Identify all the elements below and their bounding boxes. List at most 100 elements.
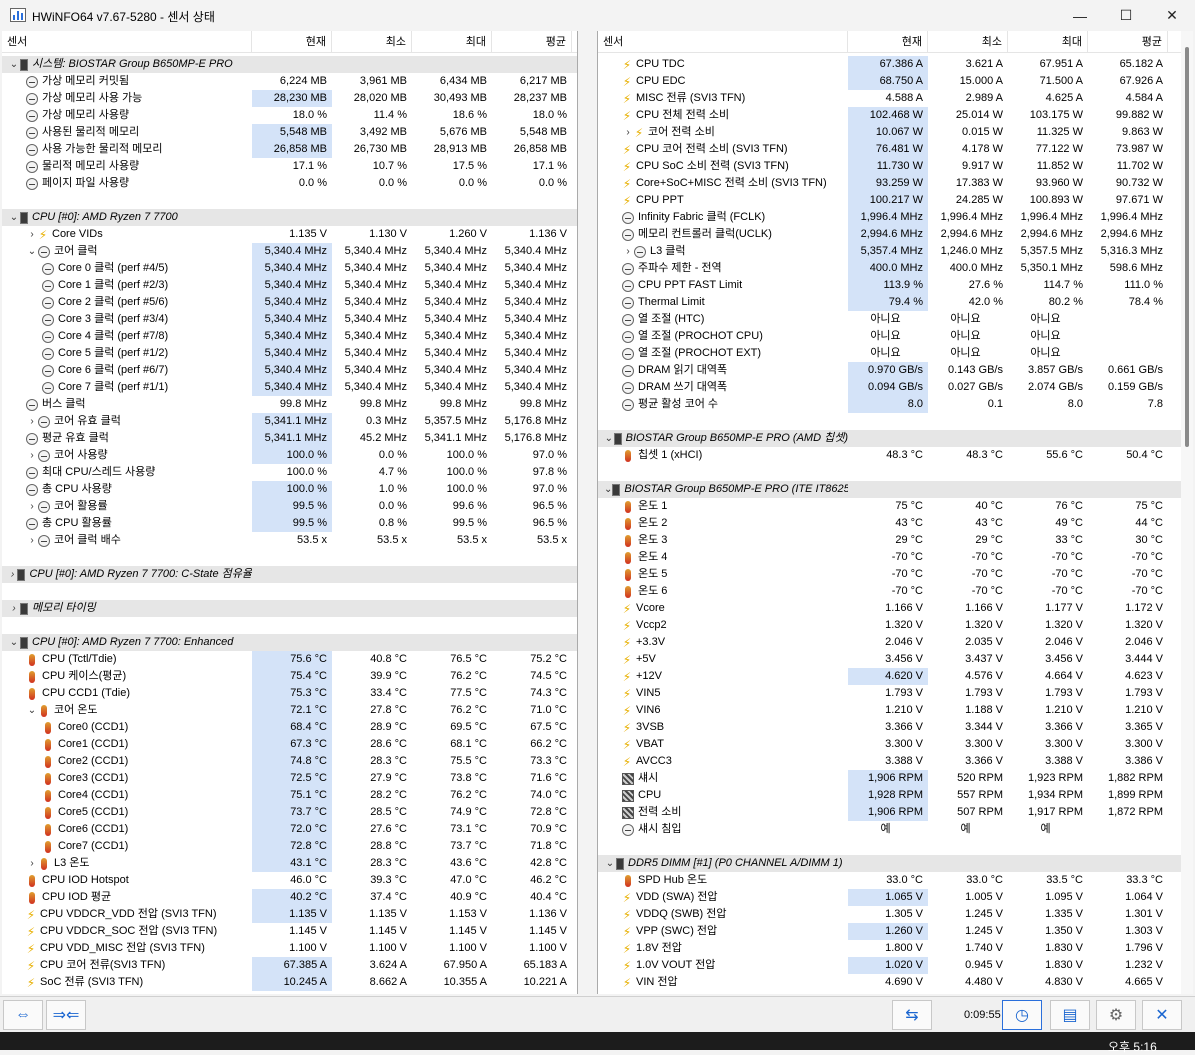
sensor-row[interactable]: 가상 메모리 사용 가능 28,230 MB 28,020 MB 30,493 MB 2…: [2, 90, 577, 107]
sensor-row[interactable]: ⚡ 3VSB 3.366 V 3.344 V 3.366 V 3.365 V: [598, 719, 1181, 736]
sensor-row[interactable]: ⚡ +3.3V 2.046 V 2.035 V 2.046 V 2.046 V: [598, 634, 1181, 651]
sensor-row[interactable]: Core 3 클럭 (perf #3/4) 5,340.4 MHz 5,340.4 …: [2, 311, 577, 328]
sensor-row[interactable]: 평균 활성 코어 수 8.0 0.1 8.0 7.8: [598, 396, 1181, 413]
chevron-down-icon[interactable]: ⌄: [604, 430, 614, 447]
sensor-row[interactable]: 열 조절 (PROCHOT EXT) 아니요 아니요 아니요: [598, 345, 1181, 362]
sensor-row[interactable]: ⚡ VIN5 1.793 V 1.793 V 1.793 V 1.793 V: [598, 685, 1181, 702]
sensor-row[interactable]: 열 조절 (HTC) 아니요 아니요 아니요: [598, 311, 1181, 328]
sensor-row[interactable]: Core 5 클럭 (perf #1/2) 5,340.4 MHz 5,340.4 …: [2, 345, 577, 362]
chevron-down-icon[interactable]: ⌄: [26, 702, 38, 719]
sensor-row[interactable]: 메모리 컨트롤러 클럭(UCLK) 2,994.6 MHz 2,994.6 MHz 2…: [598, 226, 1181, 243]
nav-expand-button[interactable]: ⇒⇐: [46, 1000, 86, 1030]
header-current[interactable]: 현재: [252, 31, 332, 53]
sensor-row[interactable]: Core3 (CCD1) 72.5 °C 27.9 °C 73.8 °C 71.6 °C: [2, 770, 577, 787]
sensor-row[interactable]: Thermal Limit 79.4 % 42.0 % 80.2 % 78.4 %: [598, 294, 1181, 311]
sensor-row[interactable]: › 코어 클럭 배수 53.5 x 53.5 x 53.5 x 53.5 x: [2, 532, 577, 549]
clock-reset-icon[interactable]: ◷: [1002, 1000, 1042, 1030]
chevron-down-icon[interactable]: ⌄: [8, 56, 20, 73]
sensor-row[interactable]: CPU (Tctl/Tdie) 75.6 °C 40.8 °C 76.5 °C 75.2…: [2, 651, 577, 668]
sensor-row[interactable]: Core 4 클럭 (perf #7/8) 5,340.4 MHz 5,340.4 …: [2, 328, 577, 345]
sensor-row[interactable]: 열 조절 (PROCHOT CPU) 아니요 아니요 아니요: [598, 328, 1181, 345]
sensor-row[interactable]: Core 1 클럭 (perf #2/3) 5,340.4 MHz 5,340.4 …: [2, 277, 577, 294]
sensor-row[interactable]: › L3 온도 43.1 °C 28.3 °C 43.6 °C 42.8 °C: [2, 855, 577, 872]
header-sensor[interactable]: 센서: [2, 31, 252, 53]
sensor-row[interactable]: 가상 메모리 사용량 18.0 % 11.4 % 18.6 % 18.0 %: [2, 107, 577, 124]
sensor-row[interactable]: ⚡ CPU VDDCR_VDD 전압 (SVI3 TFN) 1.135 V 1.135…: [2, 906, 577, 923]
sensor-row[interactable]: ⚡ Core+SoC+MISC 전력 소비 (SVI3 TFN) 93.259 W 1…: [598, 175, 1181, 192]
sensor-row[interactable]: 사용된 물리적 메모리 5,548 MB 3,492 MB 5,676 MB 5,548…: [2, 124, 577, 141]
sensor-group-row[interactable]: ⌄ CPU [#0]: AMD Ryzen 7 7700: [2, 209, 577, 226]
header-min[interactable]: 최소: [332, 31, 412, 53]
sensor-row[interactable]: › L3 클럭 5,357.4 MHz 1,246.0 MHz 5,357.5 MHz 5…: [598, 243, 1181, 260]
sensor-row[interactable]: Infinity Fabric 클럭 (FCLK) 1,996.4 MHz 1,99…: [598, 209, 1181, 226]
sensor-row[interactable]: 페이지 파일 사용량 0.0 % 0.0 % 0.0 % 0.0 %: [2, 175, 577, 192]
chevron-down-icon[interactable]: ⌄: [8, 634, 20, 651]
sensor-row[interactable]: ⚡ AVCC3 3.388 V 3.366 V 3.388 V 3.386 V: [598, 753, 1181, 770]
sensor-row[interactable]: Core 6 클럭 (perf #6/7) 5,340.4 MHz 5,340.4 …: [2, 362, 577, 379]
sensor-row[interactable]: CPU CCD1 (Tdie) 75.3 °C 33.4 °C 77.5 °C 74.3…: [2, 685, 577, 702]
sensor-group-row[interactable]: ⌄ BIOSTAR Group B650MP-E PRO (ITE IT8625E…: [598, 481, 1181, 498]
report-add-icon[interactable]: ▤: [1050, 1000, 1090, 1030]
sensor-row[interactable]: ⚡ Vccp2 1.320 V 1.320 V 1.320 V 1.320 V: [598, 617, 1181, 634]
sensor-row[interactable]: ⌄ 코어 클럭 5,340.4 MHz 5,340.4 MHz 5,340.4 MHz 5…: [2, 243, 577, 260]
chevron-down-icon[interactable]: ⌄: [604, 481, 612, 498]
sensor-row[interactable]: DRAM 쓰기 대역폭 0.094 GB/s 0.027 GB/s 2.074 GB/…: [598, 379, 1181, 396]
vertical-scrollbar[interactable]: [1181, 31, 1193, 994]
header-sensor[interactable]: 센서: [598, 31, 848, 53]
sensor-row[interactable]: CPU IOD Hotspot 46.0 °C 39.3 °C 47.0 °C 46.2…: [2, 872, 577, 889]
sensor-row[interactable]: ⚡ CPU 코어 전류(SVI3 TFN) 67.385 A 3.624 A 67.95…: [2, 957, 577, 974]
sensor-group-row[interactable]: › CPU [#0]: AMD Ryzen 7 7700: C-State 점유율: [2, 566, 577, 583]
network-icon[interactable]: ⇆: [892, 1000, 932, 1030]
sensor-row[interactable]: Core7 (CCD1) 72.8 °C 28.8 °C 73.7 °C 71.8 °C: [2, 838, 577, 855]
sensor-row[interactable]: 사용 가능한 물리적 메모리 26,858 MB 26,730 MB 28,913 M…: [2, 141, 577, 158]
chevron-down-icon[interactable]: ⌄: [26, 243, 38, 260]
header-avg[interactable]: 평균: [492, 31, 572, 53]
sensor-row[interactable]: DRAM 읽기 대역폭 0.970 GB/s 0.143 GB/s 3.857 GB/…: [598, 362, 1181, 379]
sensor-row[interactable]: 온도 3 29 °C 29 °C 33 °C 30 °C: [598, 532, 1181, 549]
sensor-row[interactable]: › 코어 활용률 99.5 % 0.0 % 99.6 % 96.5 %: [2, 498, 577, 515]
sensor-row[interactable]: Core 0 클럭 (perf #4/5) 5,340.4 MHz 5,340.4 …: [2, 260, 577, 277]
chevron-right-icon[interactable]: ›: [622, 124, 634, 141]
exit-icon[interactable]: ✕: [1142, 1000, 1182, 1030]
chevron-down-icon[interactable]: ⌄: [8, 209, 20, 226]
sensor-row[interactable]: Core 7 클럭 (perf #1/1) 5,340.4 MHz 5,340.4 …: [2, 379, 577, 396]
sensor-group-row[interactable]: › 메모리 타이밍: [2, 600, 577, 617]
sensor-group-row[interactable]: ⌄ CPU [#0]: AMD Ryzen 7 7700: Enhanced: [2, 634, 577, 651]
sensor-group-row[interactable]: ⌄ BIOSTAR Group B650MP-E PRO (AMD 칩셋): [598, 430, 1181, 447]
sensor-row[interactable]: Core2 (CCD1) 74.8 °C 28.3 °C 75.5 °C 73.3 °C: [2, 753, 577, 770]
sensor-row[interactable]: ⚡ +5V 3.456 V 3.437 V 3.456 V 3.444 V: [598, 651, 1181, 668]
sensor-row[interactable]: › 코어 사용량 100.0 % 0.0 % 100.0 % 97.0 %: [2, 447, 577, 464]
sensor-row[interactable]: Core4 (CCD1) 75.1 °C 28.2 °C 76.2 °C 74.0 °C: [2, 787, 577, 804]
sensor-row[interactable]: Core5 (CCD1) 73.7 °C 28.5 °C 74.9 °C 72.8 °C: [2, 804, 577, 821]
sensor-row[interactable]: 가상 메모리 커밋됨 6,224 MB 3,961 MB 6,434 MB 6,217 …: [2, 73, 577, 90]
sensor-row[interactable]: Core 2 클럭 (perf #5/6) 5,340.4 MHz 5,340.4 …: [2, 294, 577, 311]
chevron-right-icon[interactable]: ›: [8, 566, 17, 583]
chevron-right-icon[interactable]: ›: [622, 243, 634, 260]
maximize-button[interactable]: ☐: [1103, 0, 1149, 31]
sensor-row[interactable]: ⚡ CPU PPT 100.217 W 24.285 W 100.893 W 97.671…: [598, 192, 1181, 209]
settings-gear-icon[interactable]: ⚙: [1096, 1000, 1136, 1030]
sensor-row[interactable]: ⚡ CPU SoC 소비 전력 (SVI3 TFN) 11.730 W 9.917 W…: [598, 158, 1181, 175]
sensor-group-row[interactable]: ⌄ 시스템: BIOSTAR Group B650MP-E PRO: [2, 56, 577, 73]
sensor-row[interactable]: CPU 1,928 RPM 557 RPM 1,934 RPM 1,899 RPM: [598, 787, 1181, 804]
sensor-row[interactable]: 섀시 1,906 RPM 520 RPM 1,923 RPM 1,882 RPM: [598, 770, 1181, 787]
chevron-right-icon[interactable]: ›: [26, 226, 38, 243]
chevron-down-icon[interactable]: ⌄: [604, 855, 616, 872]
chevron-right-icon[interactable]: ›: [26, 413, 38, 430]
sensor-row[interactable]: ⚡ VDD (SWA) 전압 1.065 V 1.005 V 1.095 V 1.064 …: [598, 889, 1181, 906]
header-max[interactable]: 최대: [412, 31, 492, 53]
nav-collapse-button[interactable]: ⇔: [3, 1000, 43, 1030]
header-max[interactable]: 최대: [1008, 31, 1088, 53]
sensor-row[interactable]: ⚡ Vcore 1.166 V 1.166 V 1.177 V 1.172 V: [598, 600, 1181, 617]
sensor-row[interactable]: ⚡ VDDQ (SWB) 전압 1.305 V 1.245 V 1.335 V 1.301…: [598, 906, 1181, 923]
sensor-row[interactable]: 물리적 메모리 사용량 17.1 % 10.7 % 17.5 % 17.1 %: [2, 158, 577, 175]
sensor-row[interactable]: ⚡ VIN 전압 4.690 V 4.480 V 4.830 V 4.665 V: [598, 974, 1181, 991]
sensor-row[interactable]: ⚡ VIN6 1.210 V 1.188 V 1.210 V 1.210 V: [598, 702, 1181, 719]
sensor-row[interactable]: 온도 1 75 °C 40 °C 76 °C 75 °C: [598, 498, 1181, 515]
sensor-row[interactable]: 최대 CPU/스레드 사용량 100.0 % 4.7 % 100.0 % 97.8 %: [2, 464, 577, 481]
sensor-row[interactable]: 평균 유효 클럭 5,341.1 MHz 45.2 MHz 5,341.1 MHz 5,…: [2, 430, 577, 447]
chevron-right-icon[interactable]: ›: [8, 600, 20, 617]
sensor-row[interactable]: › ⚡ Core VIDs 1.135 V 1.130 V 1.260 V 1.136 V: [2, 226, 577, 243]
sensor-row[interactable]: 주파수 제한 - 전역 400.0 MHz 400.0 MHz 5,350.1 MHz…: [598, 260, 1181, 277]
sensor-row[interactable]: ⚡ +12V 4.620 V 4.576 V 4.664 V 4.623 V: [598, 668, 1181, 685]
